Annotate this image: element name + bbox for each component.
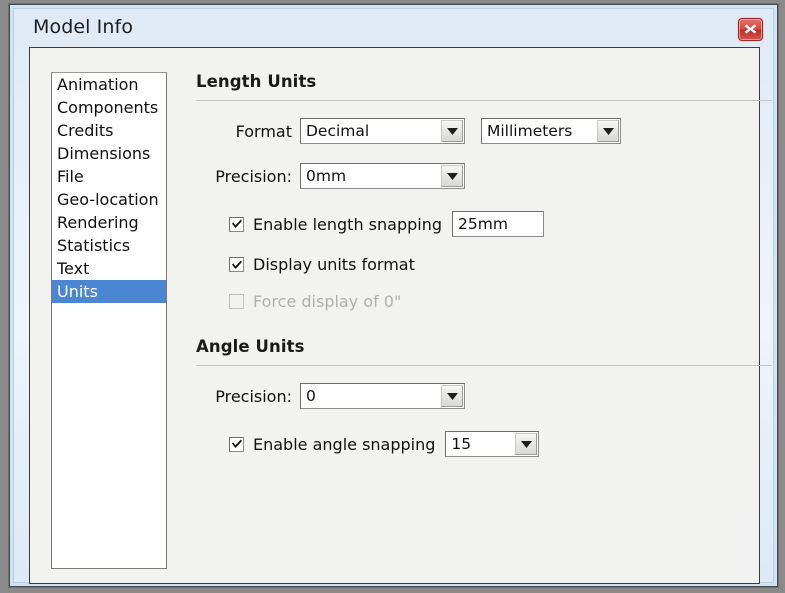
- length-format-value: Decimal: [306, 122, 370, 140]
- sidebar-item-statistics[interactable]: Statistics: [52, 234, 166, 257]
- desktop-background: Model Info Animation Components Credits …: [0, 0, 785, 593]
- sidebar-item-label: Dimensions: [57, 144, 151, 163]
- angle-units-heading: Angle Units: [196, 337, 305, 356]
- sidebar-item-label: Statistics: [57, 236, 131, 255]
- sidebar-item-rendering[interactable]: Rendering: [52, 211, 166, 234]
- sidebar-item-file[interactable]: File: [52, 165, 166, 188]
- dialog-title: Model Info: [33, 16, 134, 38]
- sidebar-item-label: Animation: [57, 75, 139, 94]
- units-settings-pane: Length Units Format Decimal Millimeters …: [196, 72, 772, 573]
- display-units-format-checkbox[interactable]: [229, 257, 244, 272]
- sidebar-item-label: Text: [57, 259, 90, 278]
- sidebar-item-animation[interactable]: Animation: [52, 73, 166, 96]
- length-unit-dropdown[interactable]: Millimeters: [481, 118, 621, 144]
- length-precision-dropdown[interactable]: 0mm: [300, 163, 465, 189]
- checkmark-icon: [231, 439, 243, 449]
- sidebar-item-label: Geo-location: [57, 190, 159, 209]
- sidebar-item-label: Credits: [57, 121, 114, 140]
- chevron-down-icon[interactable]: [441, 385, 463, 407]
- sidebar-item-credits[interactable]: Credits: [52, 119, 166, 142]
- content-panel: Animation Components Credits Dimensions …: [29, 47, 772, 584]
- enable-angle-snapping-label: Enable angle snapping: [253, 434, 436, 454]
- angle-units-divider: [196, 365, 772, 366]
- sidebar-item-label: Rendering: [57, 213, 139, 232]
- sidebar-item-units[interactable]: Units: [52, 280, 166, 303]
- checkmark-icon: [231, 219, 243, 229]
- chevron-down-icon[interactable]: [597, 120, 619, 142]
- enable-length-snapping-checkbox[interactable]: [229, 216, 244, 232]
- chevron-down-icon[interactable]: [441, 120, 463, 142]
- length-units-heading: Length Units: [196, 72, 317, 91]
- length-snapping-input[interactable]: 25mm: [452, 211, 545, 237]
- length-precision-label: Precision:: [215, 166, 292, 186]
- sidebar-item-dimensions[interactable]: Dimensions: [52, 142, 166, 165]
- model-info-dialog: Model Info Animation Components Credits …: [9, 4, 778, 587]
- length-units-divider: [196, 100, 772, 101]
- chevron-down-icon[interactable]: [515, 433, 538, 455]
- close-x-icon: [739, 22, 762, 36]
- angle-precision-label: Precision:: [215, 386, 292, 406]
- angle-snapping-dropdown[interactable]: 15: [445, 431, 540, 457]
- enable-angle-snapping-checkbox[interactable]: [229, 436, 244, 452]
- sidebar-item-label: Components: [57, 98, 159, 117]
- force-display-zero-checkbox: [229, 294, 244, 309]
- checkmark-icon: [231, 260, 243, 270]
- length-unit-value: Millimeters: [487, 122, 573, 140]
- length-format-dropdown[interactable]: Decimal: [300, 118, 465, 144]
- sidebar-item-geo-location[interactable]: Geo-location: [52, 188, 166, 211]
- sidebar-item-components[interactable]: Components: [52, 96, 166, 119]
- enable-length-snapping-label: Enable length snapping: [253, 214, 443, 234]
- settings-category-list[interactable]: Animation Components Credits Dimensions …: [51, 72, 167, 569]
- close-button[interactable]: [738, 18, 763, 41]
- length-precision-value: 0mm: [306, 167, 347, 185]
- sidebar-item-label: File: [57, 167, 84, 186]
- sidebar-item-label: Units: [57, 282, 98, 301]
- angle-precision-value: 0: [306, 387, 316, 405]
- title-bar: Model Info: [14, 9, 773, 47]
- sidebar-item-text[interactable]: Text: [52, 257, 166, 280]
- format-label: Format: [235, 121, 292, 141]
- display-units-format-label: Display units format: [253, 255, 415, 274]
- force-display-zero-label: Force display of 0": [253, 292, 402, 311]
- angle-precision-dropdown[interactable]: 0: [300, 383, 465, 409]
- chevron-down-icon[interactable]: [441, 165, 463, 187]
- dialog-frame: Model Info Animation Components Credits …: [13, 8, 774, 584]
- angle-snapping-value: 15: [451, 435, 472, 453]
